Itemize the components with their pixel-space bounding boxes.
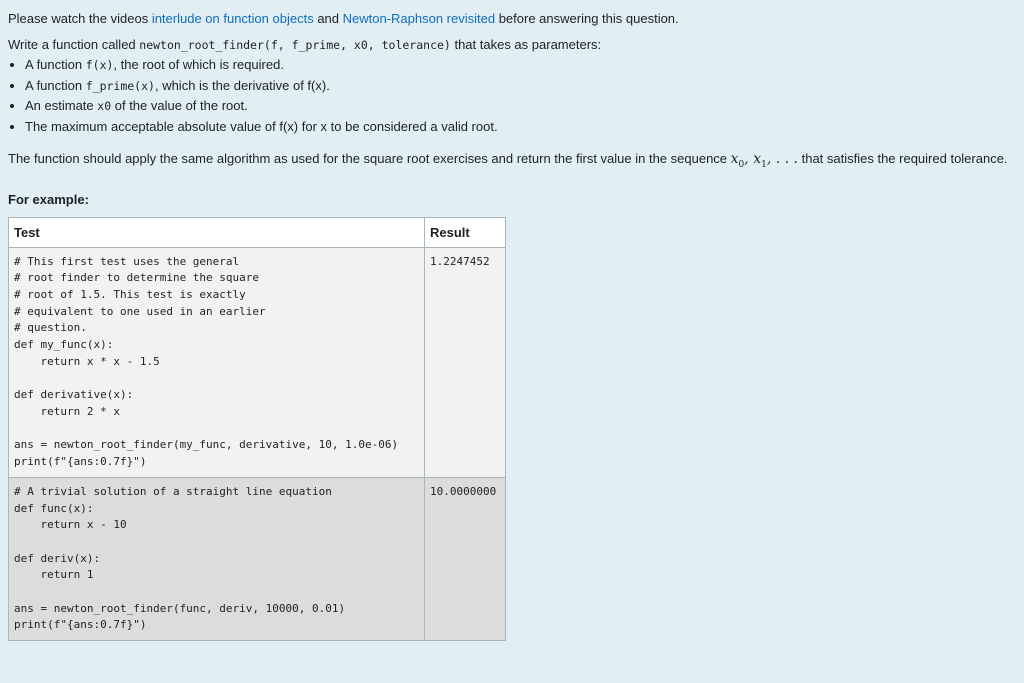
parameter-list: A function f(x), the root of which is re… <box>8 55 1016 136</box>
question-text: Please watch the videos interlude on fun… <box>0 0 1024 642</box>
test-cell: # This first test uses the general # roo… <box>8 246 425 478</box>
test-code: # This first test uses the general # roo… <box>14 254 399 469</box>
param-text: , which is the derivative of f(x). <box>154 77 330 93</box>
result-value: 10.0000000 <box>430 484 497 498</box>
description-text: The function should apply the same algor… <box>8 151 731 167</box>
table-row: # A trivial solution of a straight line … <box>8 476 506 642</box>
test-code: # A trivial solution of a straight line … <box>14 484 346 632</box>
task-paragraph: Write a function called newton_root_find… <box>8 35 1016 56</box>
result-cell: 10.0000000 <box>424 476 506 642</box>
link-interlude-function-objects[interactable]: interlude on function objects <box>152 11 314 26</box>
sequence-math: x0, x1, . . . <box>730 151 798 171</box>
param-code: x0 <box>97 99 112 114</box>
task-suffix: that takes as parameters: <box>450 36 602 52</box>
list-item: A function f_prime(x), which is the deri… <box>25 76 1016 97</box>
param-text: An estimate <box>25 98 98 114</box>
example-heading: For example: <box>8 191 89 207</box>
intro-paragraph: Please watch the videos interlude on fun… <box>8 9 1016 29</box>
list-item: The maximum acceptable absolute value of… <box>25 117 1016 137</box>
table-row: # This first test uses the general # roo… <box>8 246 506 478</box>
param-text: A function <box>25 57 86 72</box>
param-text: The maximum acceptable absolute value of… <box>25 118 498 134</box>
function-signature: newton_root_finder(f, f_prime, x0, toler… <box>139 37 451 52</box>
examples-table: Test Result # This first test uses the g… <box>8 216 506 642</box>
description-suffix: that satisfies the required tolerance. <box>797 151 1008 167</box>
intro-mid: and <box>313 11 343 26</box>
param-text: , the root of which is required. <box>113 57 284 72</box>
result-value: 1.2247452 <box>430 254 490 268</box>
result-cell: 1.2247452 <box>424 246 506 478</box>
param-code: f_prime(x) <box>85 78 155 93</box>
intro-prefix: Please watch the videos <box>8 11 152 26</box>
test-cell: # A trivial solution of a straight line … <box>8 476 425 642</box>
header-result: Result <box>424 216 506 248</box>
description-paragraph: The function should apply the same algor… <box>8 149 1016 175</box>
table-header-row: Test Result <box>8 216 506 248</box>
header-test: Test <box>8 216 425 248</box>
list-item: A function f(x), the root of which is re… <box>25 55 1016 76</box>
param-text: A function <box>25 77 86 93</box>
task-prefix: Write a function called <box>8 36 140 52</box>
intro-suffix: before answering this question. <box>495 11 679 26</box>
param-code: f(x) <box>85 58 114 72</box>
list-item: An estimate x0 of the value of the root. <box>25 96 1016 117</box>
link-newton-raphson-revisited[interactable]: Newton-Raphson revisited <box>343 11 495 26</box>
param-text: of the value of the root. <box>111 98 248 114</box>
